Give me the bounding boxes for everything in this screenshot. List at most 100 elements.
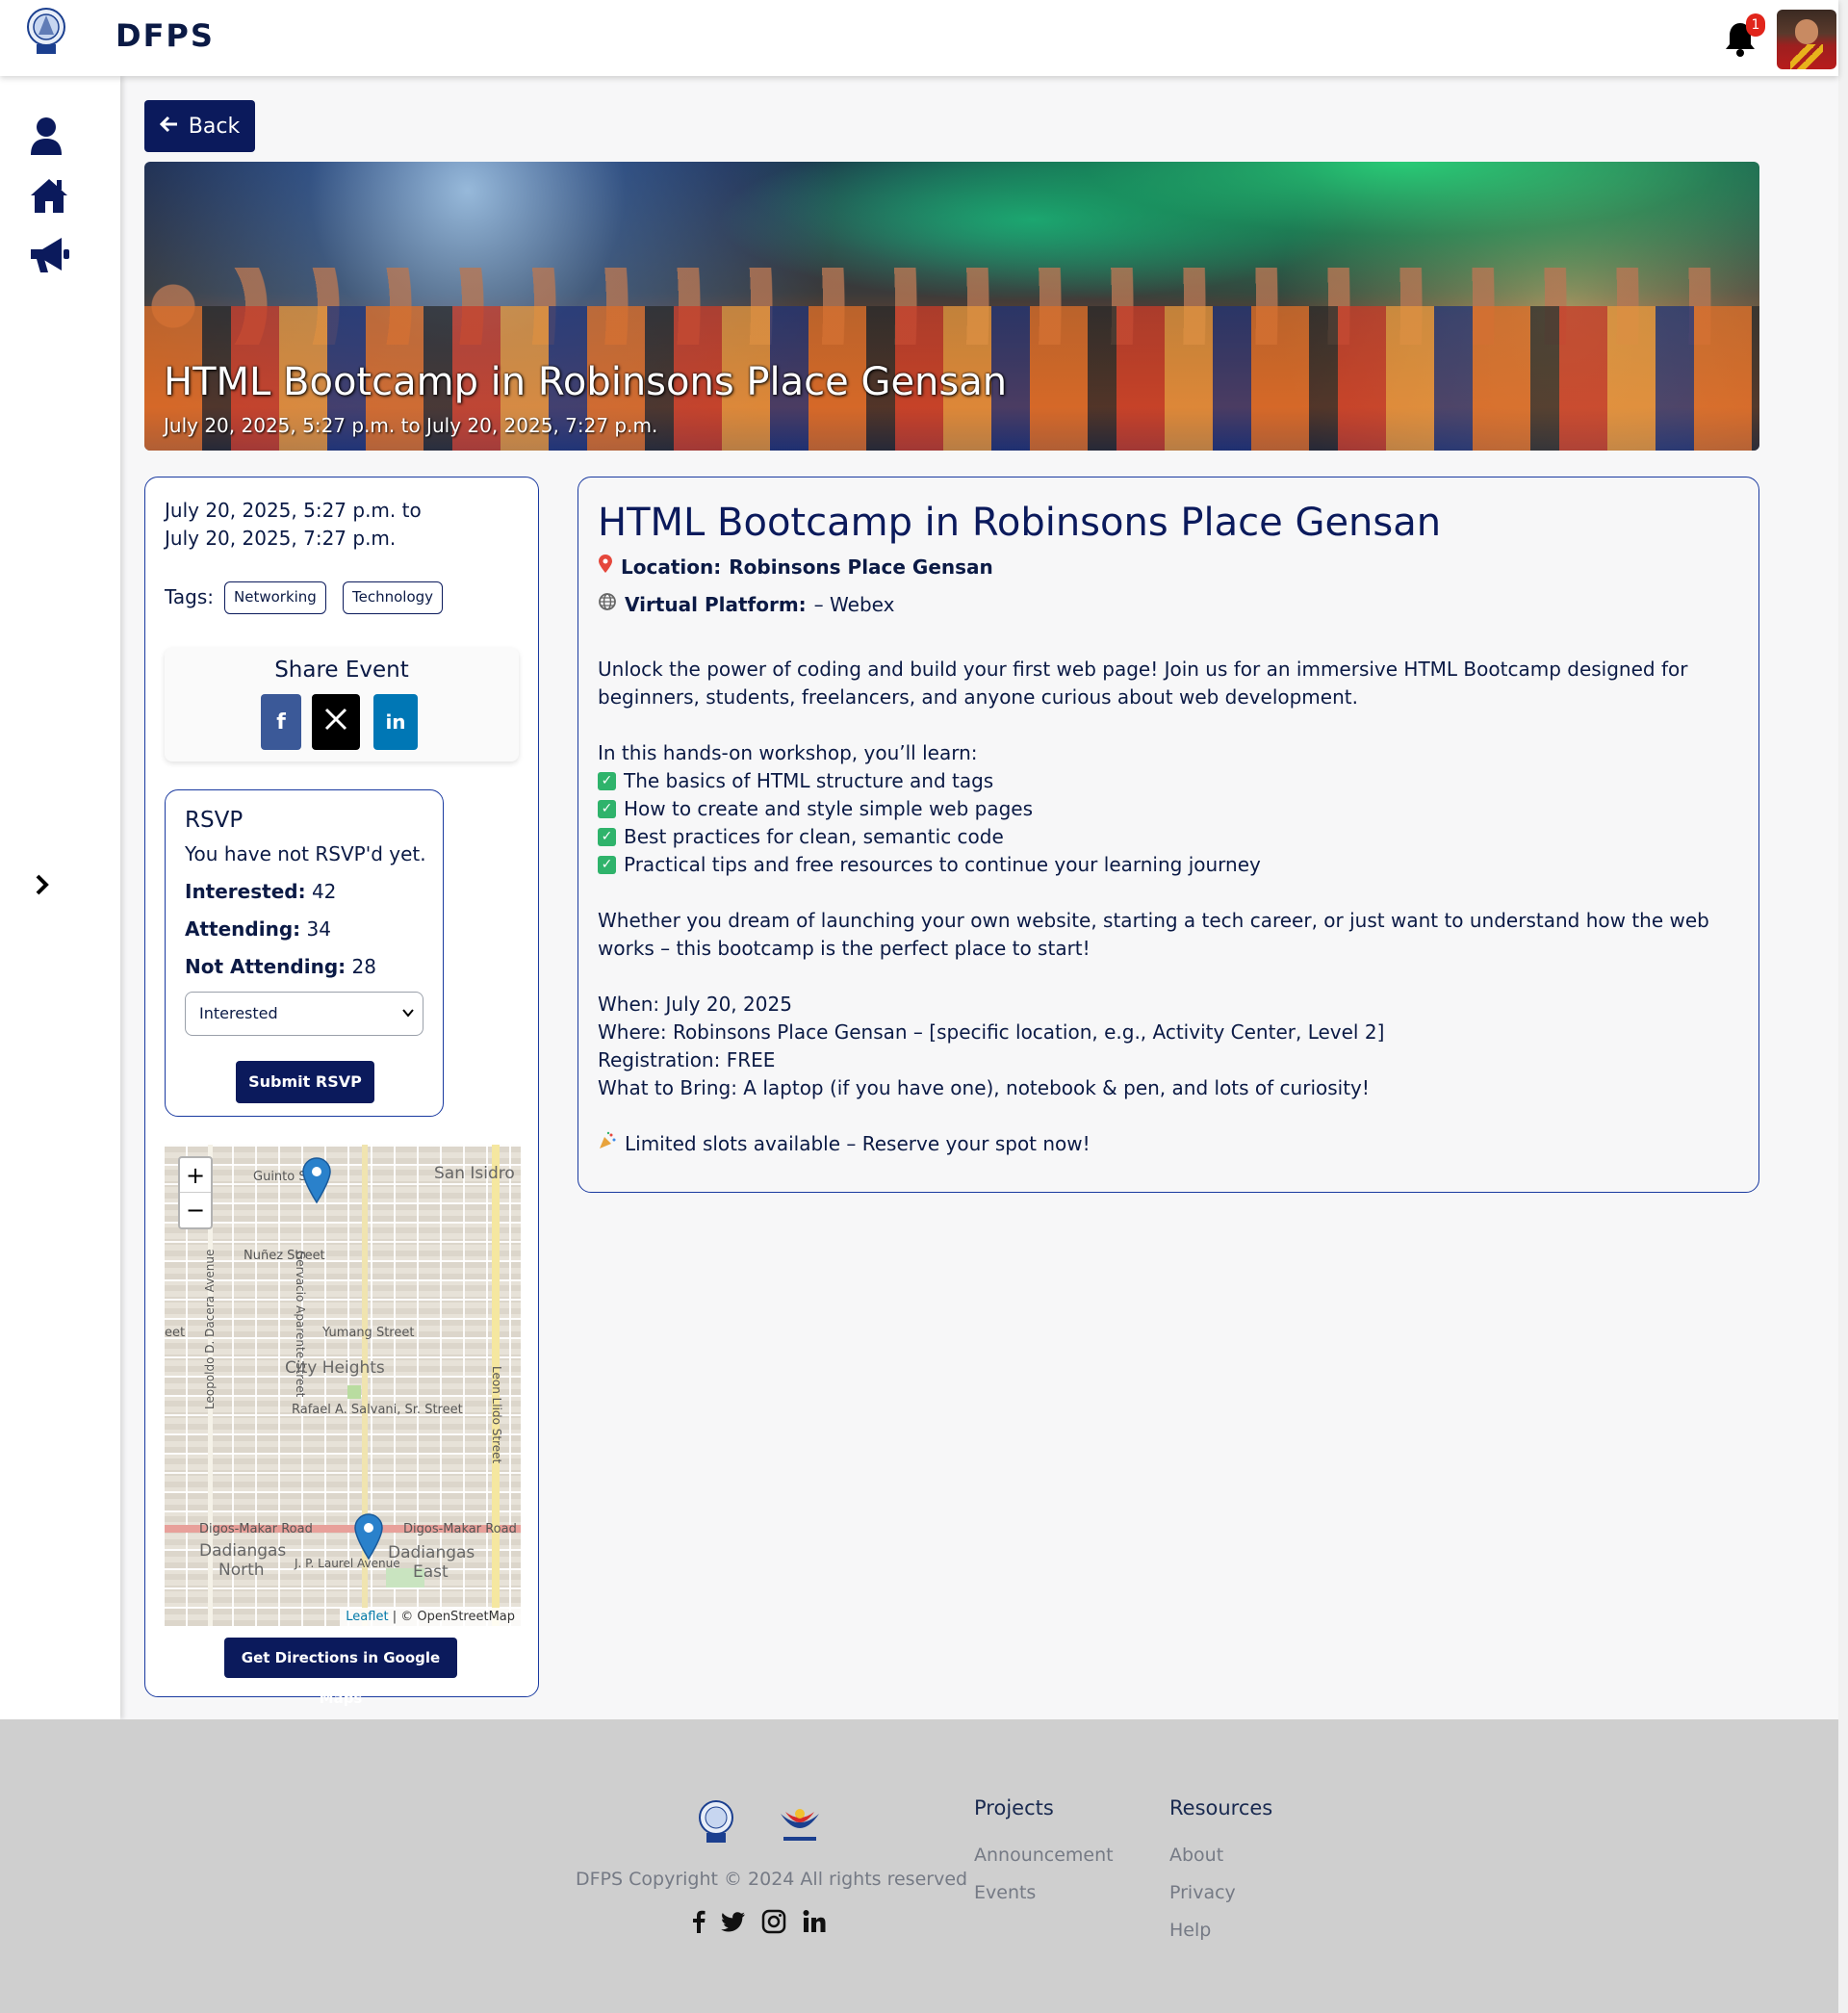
map-label: Leon Llido Street	[490, 1366, 503, 1464]
description-when: When: July 20, 2025	[598, 993, 792, 1016]
footer-link-about[interactable]: About	[1169, 1845, 1223, 1866]
facebook-icon[interactable]	[685, 1908, 712, 1935]
rsvp-selected-value: Interested	[199, 1004, 278, 1022]
description-registration: Registration: FREE	[598, 1048, 776, 1071]
map-label: Digos-Makar Road	[403, 1522, 517, 1536]
linkedin-icon: in	[385, 710, 406, 734]
rsvp-card: RSVP You have not RSVP'd yet. Interested…	[165, 789, 444, 1117]
footer: DFPS Copyright © 2024 All rights reserve…	[0, 1719, 1838, 2013]
sidebar	[0, 76, 120, 1719]
x-icon	[323, 707, 348, 737]
map-marker-icon[interactable]	[353, 1512, 384, 1561]
check-icon: ✓	[598, 800, 616, 818]
top-navbar: DFPS 1	[0, 0, 1838, 76]
check-icon: ✓	[598, 772, 616, 790]
event-sidebar-card: July 20, 2025, 5:27 p.m. to July 20, 202…	[144, 477, 539, 1707]
description-cta: Limited slots available – Reserve your s…	[598, 1130, 1743, 1158]
footer-link-events[interactable]: Events	[974, 1882, 1036, 1903]
map-label: North	[218, 1561, 265, 1580]
bagong-pilipinas-logo	[776, 1804, 824, 1846]
tag-networking[interactable]: Networking	[224, 581, 326, 614]
rsvp-attending: Attending: 34	[185, 917, 331, 941]
check-icon: ✓	[598, 856, 616, 874]
tag-technology[interactable]: Technology	[343, 581, 444, 614]
submit-rsvp-button[interactable]: Submit RSVP	[236, 1061, 374, 1103]
description-bring: What to Bring: A laptop (if you have one…	[598, 1076, 1370, 1099]
scrollbar[interactable]	[1838, 0, 1848, 2013]
map-label: East	[413, 1562, 449, 1582]
footer-projects-title: Projects	[974, 1796, 1054, 1819]
map-label: Digos-Makar Road	[199, 1522, 313, 1536]
map-label: Yumang Street	[322, 1326, 415, 1340]
notification-badge: 1	[1746, 13, 1765, 37]
globe-icon	[598, 592, 617, 616]
back-label: Back	[188, 114, 241, 139]
user-avatar[interactable]	[1777, 10, 1836, 69]
list-item: ✓ Practical tips and free resources to co…	[598, 851, 1743, 879]
event-date-start: July 20, 2025, 5:27 p.m. to	[165, 499, 422, 522]
map-label: Leopoldo D. Dacera Avenue	[203, 1249, 217, 1409]
instagram-icon[interactable]	[760, 1908, 787, 1935]
map-label: Rafael A. Salvani, Sr. Street	[292, 1403, 463, 1417]
party-popper-icon	[598, 1130, 617, 1158]
arrow-left-icon	[159, 115, 179, 139]
home-icon[interactable]	[29, 174, 71, 217]
share-event-box: Share Event f in	[165, 648, 519, 761]
x-share-button[interactable]	[312, 694, 360, 750]
get-directions-button[interactable]: Get Directions in Google Maps	[224, 1638, 457, 1707]
twitter-icon[interactable]	[720, 1908, 747, 1935]
map-label: Nuñez Street	[244, 1249, 325, 1263]
description-where: Where: Robinsons Place Gensan – [specifi…	[598, 1020, 1385, 1044]
hero-title: HTML Bootcamp in Robinsons Place Gensan	[164, 360, 1008, 404]
map-label: Dadiangas	[199, 1541, 287, 1561]
map-attribution: Leaflet | © OpenStreetMap	[340, 1608, 521, 1626]
chevron-right-icon[interactable]	[33, 872, 52, 897]
event-details-card: HTML Bootcamp in Robinsons Place Gensan …	[578, 477, 1759, 1193]
event-map[interactable]: Guinto St San Isidro Nuñez Street Gervac…	[165, 1145, 521, 1626]
map-marker-icon[interactable]	[301, 1156, 332, 1204]
event-title: HTML Bootcamp in Robinsons Place Gensan	[598, 501, 1442, 545]
rsvp-status: You have not RSVP'd yet.	[185, 842, 426, 865]
rsvp-title: RSVP	[185, 808, 244, 833]
rsvp-interested: Interested: 42	[185, 880, 337, 903]
back-button[interactable]: Back	[144, 100, 255, 152]
map-label: Dadiangas	[388, 1543, 475, 1562]
copyright-text: DFPS Copyright © 2024 All rights reserve…	[576, 1869, 968, 1890]
brand-name[interactable]: DFPS	[116, 17, 215, 54]
event-dates: July 20, 2025, 5:27 p.m. to July 20, 202…	[165, 497, 453, 553]
linkedin-icon[interactable]	[801, 1908, 828, 1935]
zoom-in-button[interactable]: +	[180, 1158, 211, 1193]
hero-subtitle: July 20, 2025, 5:27 p.m. to July 20, 202…	[164, 414, 658, 437]
check-icon: ✓	[598, 828, 616, 846]
description-closing: Whether you dream of launching your own …	[598, 909, 1709, 960]
tags-label: Tags:	[165, 585, 215, 608]
osm-attribution: | © OpenStreetMap	[388, 1610, 515, 1624]
share-title: Share Event	[274, 658, 409, 683]
user-icon[interactable]	[29, 115, 71, 157]
list-item: ✓ The basics of HTML structure and tags	[598, 767, 1743, 795]
event-hero-banner: HTML Bootcamp in Robinsons Place Gensan …	[144, 162, 1759, 451]
park-area	[347, 1385, 361, 1399]
event-date-end: July 20, 2025, 7:27 p.m.	[165, 527, 397, 550]
facebook-share-button[interactable]: f	[261, 694, 301, 750]
dfps-seal-logo[interactable]	[23, 6, 69, 60]
learn-heading: In this hands-on workshop, you’ll learn:	[598, 741, 978, 764]
rsvp-select[interactable]: Interested	[185, 992, 424, 1036]
leaflet-link[interactable]: Leaflet	[346, 1610, 388, 1624]
chevron-down-icon	[401, 993, 415, 1051]
linkedin-share-button[interactable]: in	[373, 694, 418, 750]
list-item: ✓ Best practices for clean, semantic code	[598, 823, 1743, 851]
map-label: City Heights	[285, 1358, 385, 1378]
footer-link-announcement[interactable]: Announcement	[974, 1845, 1114, 1866]
megaphone-icon[interactable]	[29, 234, 71, 276]
location-pin-icon	[598, 555, 613, 579]
map-label: eet	[165, 1326, 186, 1340]
event-description: Unlock the power of coding and build you…	[598, 656, 1743, 1158]
footer-resources-title: Resources	[1169, 1796, 1273, 1819]
rsvp-not-attending: Not Attending: 28	[185, 955, 376, 978]
description-intro: Unlock the power of coding and build you…	[598, 658, 1688, 709]
footer-link-help[interactable]: Help	[1169, 1920, 1211, 1941]
event-location: Location: Robinsons Place Gensan	[598, 555, 993, 579]
zoom-out-button[interactable]: −	[180, 1193, 211, 1227]
footer-link-privacy[interactable]: Privacy	[1169, 1882, 1236, 1903]
